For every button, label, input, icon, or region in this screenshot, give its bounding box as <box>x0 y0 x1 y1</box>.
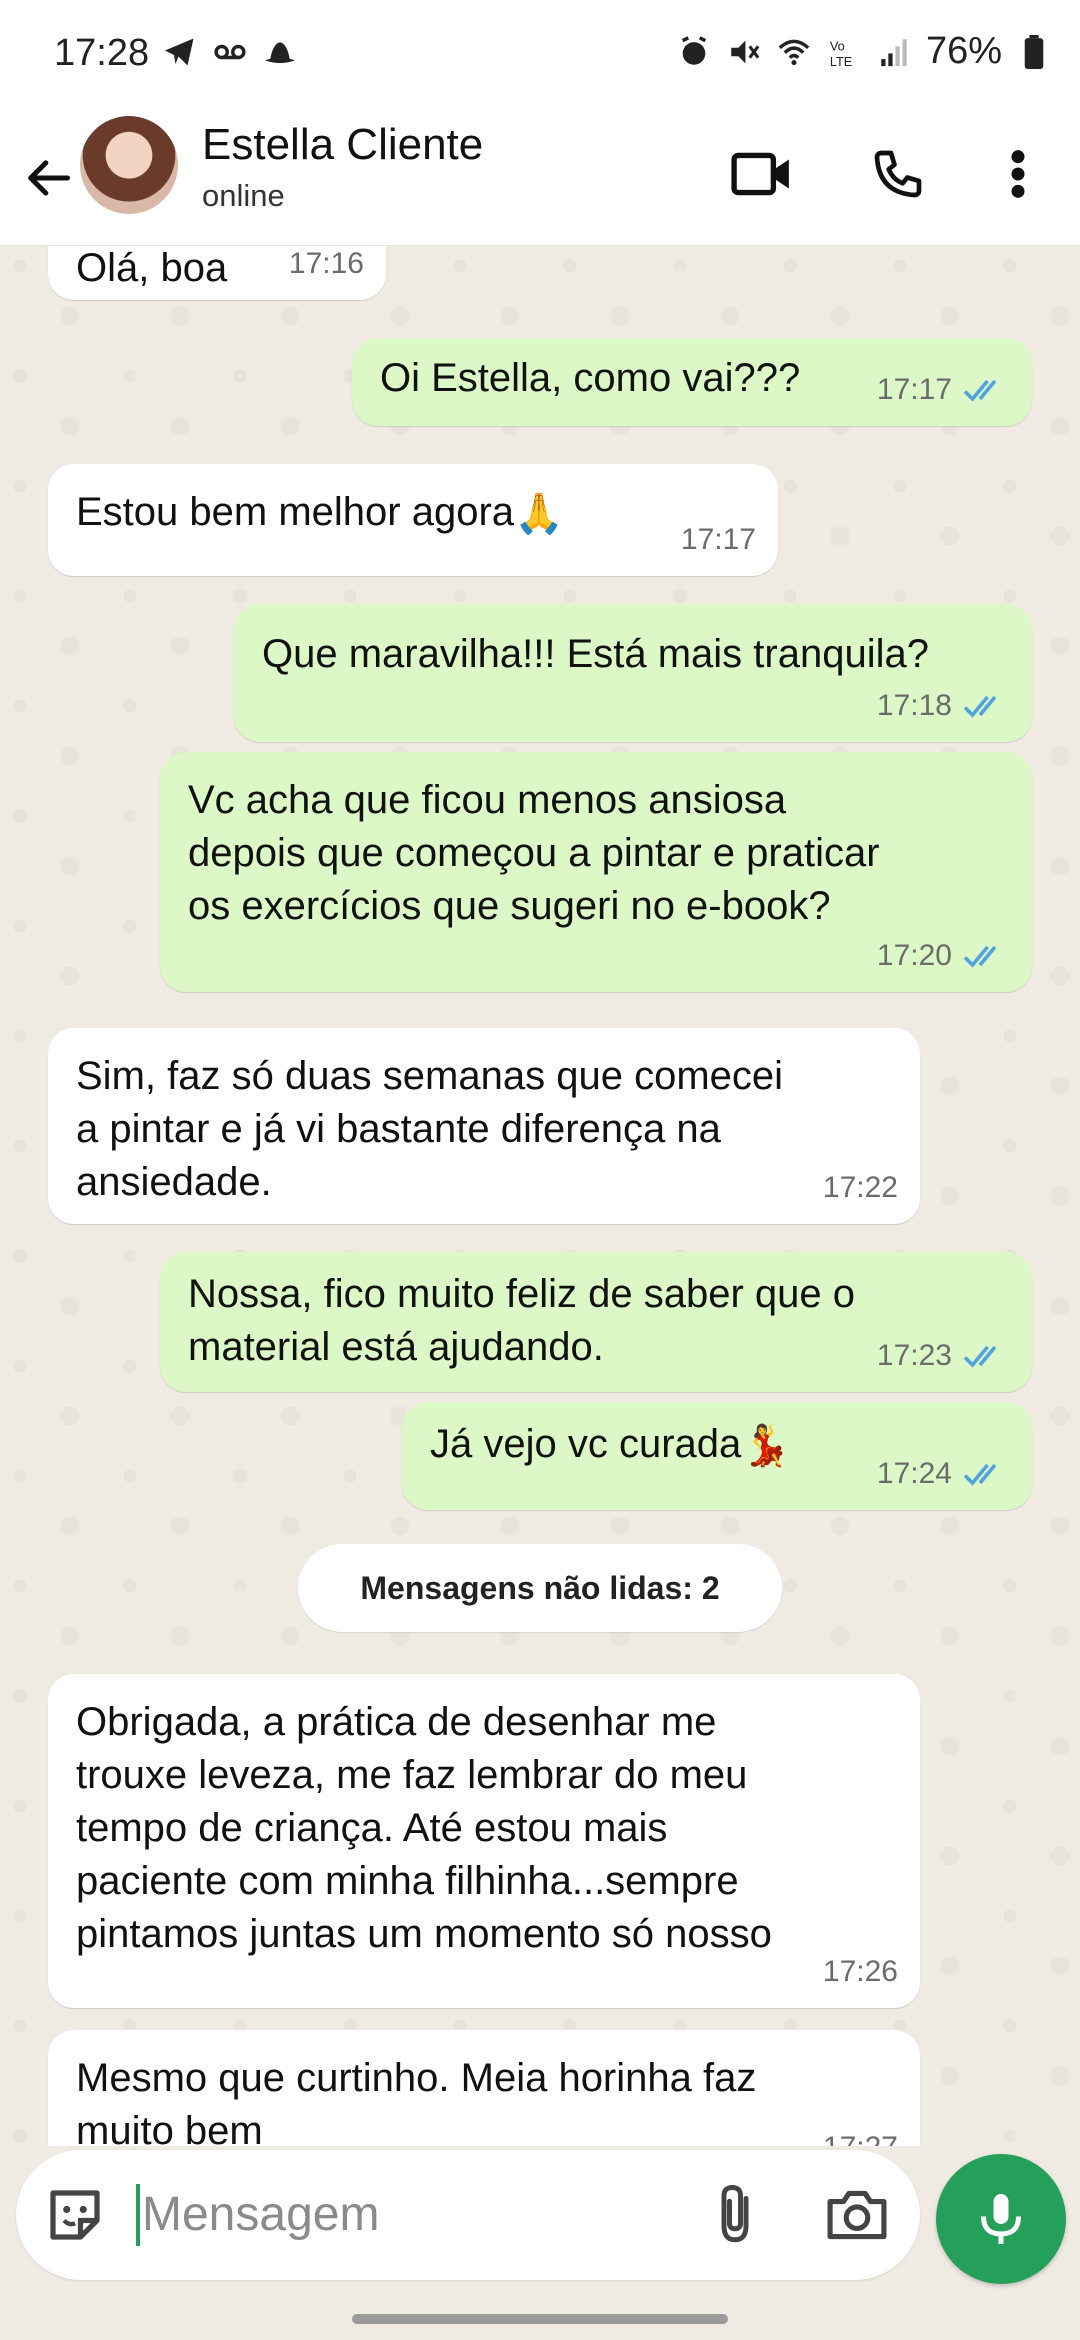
read-ticks-icon <box>963 1345 997 1368</box>
voice-record-button[interactable] <box>936 2154 1066 2284</box>
read-ticks-icon <box>963 379 997 402</box>
message-time: 17:26 <box>822 1955 898 1988</box>
chat-area[interactable]: Olá, boa 17:16 Oi Estella, como vai??? 1… <box>0 246 1080 2146</box>
avatar[interactable] <box>80 116 178 214</box>
message-time: 17:23 <box>876 1339 952 1372</box>
message-meta: 17:22 <box>823 1161 898 1214</box>
battery-percent: 76% <box>925 30 1002 72</box>
more-options-button[interactable] <box>978 134 1058 214</box>
message-meta: 17:26 <box>823 1945 898 1998</box>
phone-call-icon <box>874 150 922 198</box>
message-bubble-incoming[interactable]: Obrigada, a prática de desenhar me troux… <box>48 1674 920 2008</box>
message-time: 17:22 <box>822 1171 898 1204</box>
message-text: Que maravilha!!! Está mais tranquila? <box>262 632 929 676</box>
read-ticks-icon <box>963 1463 997 1486</box>
message-meta: 17:17 <box>877 363 1010 416</box>
attach-icon <box>721 2185 749 2243</box>
video-call-button[interactable] <box>722 134 802 214</box>
status-bar: 17:28 Vo LTE 76% <box>0 0 1080 112</box>
sticker-button[interactable] <box>42 2182 108 2248</box>
hat-icon <box>262 34 298 70</box>
message-time: 17:18 <box>876 689 952 722</box>
message-body: Já vejo vc curada <box>430 1422 742 1466</box>
message-input[interactable] <box>142 2176 682 2252</box>
status-right: Vo LTE 76% <box>676 30 1052 73</box>
camera-button[interactable] <box>822 2182 892 2248</box>
battery-icon <box>1016 34 1052 70</box>
contact-name[interactable]: Estella Cliente <box>202 120 483 170</box>
message-bubble-outgoing[interactable]: Nossa, fico muito feliz de saber que o m… <box>160 1252 1032 1392</box>
message-bubble-incoming[interactable]: Mesmo que curtinho. Meia horinha faz mui… <box>48 2030 920 2146</box>
message-bubble-incoming[interactable]: Estou bem melhor agora🙏 17:17 <box>48 464 778 576</box>
svg-text:Vo: Vo <box>830 38 845 53</box>
message-meta: 17:16 <box>289 246 364 290</box>
message-meta: 17:24 <box>877 1447 1010 1500</box>
text-cursor <box>136 2184 140 2246</box>
message-time: 17:17 <box>680 523 756 556</box>
message-time: 17:16 <box>288 247 364 280</box>
message-text: Sim, faz só duas semanas que comecei a p… <box>76 1054 784 1204</box>
message-text: Obrigada, a prática de desenhar me troux… <box>76 1700 772 1956</box>
message-time: 17:17 <box>876 373 952 406</box>
unread-messages-divider: Mensagens não lidas: 2 <box>298 1544 782 1632</box>
camera-icon <box>827 2190 887 2240</box>
sticker-icon <box>50 2190 100 2240</box>
message-meta: 17:20 <box>877 929 1010 982</box>
message-meta: 17:27 <box>823 2121 898 2146</box>
message-bubble-incoming[interactable]: Sim, faz só duas semanas que comecei a p… <box>48 1028 920 1224</box>
svg-text:LTE: LTE <box>830 54 852 69</box>
read-ticks-icon <box>963 945 997 968</box>
voice-call-button[interactable] <box>858 134 938 214</box>
praying-hands-emoji: 🙏 <box>514 491 564 536</box>
video-call-icon <box>731 152 789 196</box>
message-meta: 17:17 <box>681 513 756 566</box>
alarm-icon <box>676 34 712 70</box>
message-composer <box>16 2150 920 2280</box>
message-time: 17:20 <box>876 939 952 972</box>
voicemail-icon <box>212 34 248 70</box>
system-nav-bar <box>0 2290 1080 2340</box>
message-text: Mesmo que curtinho. Meia horinha faz mui… <box>76 2056 757 2146</box>
message-bubble-incoming[interactable]: Olá, boa 17:16 <box>48 246 386 300</box>
message-time: 17:27 <box>823 2121 898 2146</box>
status-time: 17:28 <box>54 32 150 74</box>
mic-icon <box>981 2194 1021 2244</box>
message-text: Vc acha que ficou menos ansiosa depois q… <box>188 778 880 928</box>
message-time: 17:24 <box>876 1457 952 1490</box>
home-gesture-handle[interactable] <box>352 2314 728 2324</box>
message-meta: 17:23 <box>877 1329 1010 1382</box>
read-ticks-icon <box>963 695 997 718</box>
telegram-icon <box>162 34 198 70</box>
message-bubble-outgoing[interactable]: Vc acha que ficou menos ansiosa depois q… <box>160 752 1032 992</box>
chat-header: Estella Cliente online <box>0 112 1080 246</box>
status-left-icons <box>162 34 298 70</box>
back-arrow-icon <box>28 160 70 196</box>
message-bubble-outgoing[interactable]: Que maravilha!!! Está mais tranquila? 17… <box>234 604 1032 742</box>
volte-icon: Vo LTE <box>826 34 862 70</box>
message-bubble-outgoing[interactable]: Oi Estella, como vai??? 17:17 <box>352 338 1032 426</box>
dancer-emoji: 💃 <box>741 1423 792 1468</box>
contact-status: online <box>202 178 285 213</box>
attach-button[interactable] <box>702 2182 768 2248</box>
more-vert-icon <box>1011 150 1025 198</box>
message-meta: 17:18 <box>877 679 1010 732</box>
message-text: Estou bem melhor agora🙏 <box>76 486 752 541</box>
message-body: Estou bem melhor agora <box>76 490 515 534</box>
back-button[interactable] <box>18 138 78 218</box>
message-bubble-outgoing[interactable]: Já vejo vc curada💃 17:24 <box>402 1402 1032 1510</box>
signal-icon <box>876 34 912 70</box>
mute-icon <box>726 34 762 70</box>
wifi-icon <box>776 34 812 70</box>
